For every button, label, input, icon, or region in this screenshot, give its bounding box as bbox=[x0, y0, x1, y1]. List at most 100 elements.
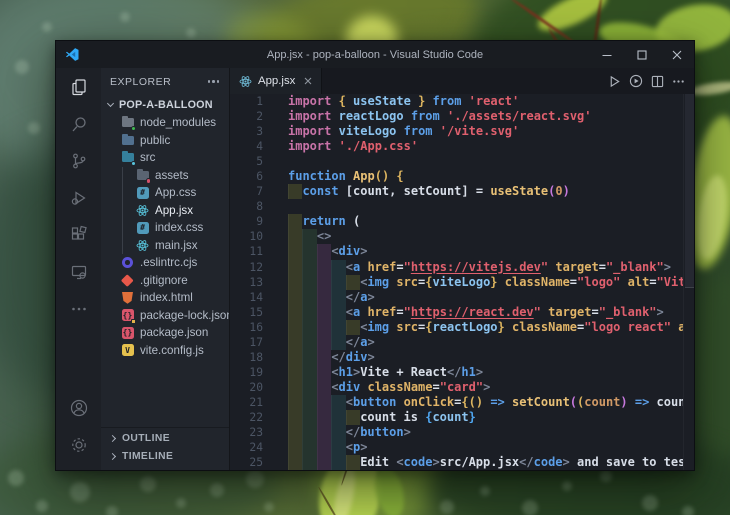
code-line-17[interactable]: 17 </a > bbox=[230, 334, 683, 350]
code-token: button bbox=[352, 394, 397, 409]
tree-item-index-html[interactable]: index.html bbox=[101, 289, 229, 307]
code-token: 0 bbox=[555, 184, 563, 199]
editor-scrollbar[interactable] bbox=[683, 94, 694, 470]
line-content: < img src ={viteLogo} className = "logo" alt… bbox=[288, 274, 683, 290]
code-line-12[interactable]: 12 < a href = " https://vitejs.dev " target = "_… bbox=[230, 259, 683, 275]
line-number[interactable]: 14 bbox=[230, 290, 282, 305]
line-number[interactable]: 4 bbox=[230, 139, 282, 154]
tab-close-icon[interactable] bbox=[304, 77, 312, 85]
minimize-button[interactable] bbox=[589, 41, 624, 68]
tree-item-main-jsx[interactable]: main.jsx bbox=[101, 236, 229, 254]
account-icon[interactable] bbox=[67, 396, 91, 420]
timeline-section[interactable]: TIMELINE bbox=[101, 448, 229, 466]
line-number[interactable]: 2 bbox=[230, 109, 282, 124]
code-line-15[interactable]: 15 < a href = " https://react.dev " target = "_b… bbox=[230, 304, 683, 320]
search-icon[interactable] bbox=[67, 112, 91, 136]
code-line-25[interactable]: 25 Edit < code > src/App.jsx </code > and save… bbox=[230, 455, 683, 470]
tree-item-app-jsx[interactable]: App.jsx bbox=[101, 201, 229, 219]
code-line-22[interactable]: 22 count is {count} bbox=[230, 409, 683, 426]
line-number[interactable]: 23 bbox=[230, 425, 282, 440]
code-line-1[interactable]: 1 import { useState } from 'react' bbox=[230, 94, 683, 109]
line-number[interactable]: 24 bbox=[230, 440, 282, 455]
react-icon bbox=[136, 204, 149, 217]
run-icon[interactable] bbox=[608, 75, 621, 88]
explorer-header: EXPLORER bbox=[101, 68, 229, 95]
maximize-button[interactable] bbox=[624, 41, 659, 68]
line-number[interactable]: 11 bbox=[230, 244, 282, 259]
code-line-14[interactable]: 14 </a > bbox=[230, 289, 683, 305]
line-number[interactable]: 22 bbox=[230, 410, 282, 425]
code-line-18[interactable]: 18 </div > bbox=[230, 349, 683, 365]
project-root-row[interactable]: POP-A-BALLOON bbox=[101, 95, 229, 114]
line-number[interactable]: 12 bbox=[230, 260, 282, 275]
tree-item-public[interactable]: public bbox=[101, 132, 229, 150]
line-number[interactable]: 25 bbox=[230, 455, 282, 470]
line-number[interactable]: 19 bbox=[230, 365, 282, 380]
tree-item--eslintrc-cjs[interactable]: .eslintrc.cjs bbox=[101, 254, 229, 272]
line-number[interactable]: 8 bbox=[230, 199, 282, 214]
tree-item-index-css[interactable]: # index.css bbox=[101, 219, 229, 237]
code-line-8[interactable]: 8 bbox=[230, 199, 683, 214]
code-line-20[interactable]: 20 < div className = "card" > bbox=[230, 379, 683, 395]
code-line-16[interactable]: 16 < img src ={reactLogo} className = "logo r… bbox=[230, 319, 683, 335]
code-line-13[interactable]: 13 < img src ={viteLogo} className = "logo" a… bbox=[230, 274, 683, 290]
split-editor-icon[interactable] bbox=[651, 75, 664, 88]
run-and-debug-icon[interactable] bbox=[67, 186, 91, 210]
code-line-2[interactable]: 2 import reactLogo from './assets/react.s… bbox=[230, 109, 683, 124]
line-number[interactable]: 21 bbox=[230, 395, 282, 410]
line-number[interactable]: 5 bbox=[230, 154, 282, 169]
code-line-9[interactable]: 9 return ( bbox=[230, 214, 683, 230]
line-number[interactable]: 9 bbox=[230, 214, 282, 229]
tab-app-jsx[interactable]: App.jsx bbox=[230, 68, 323, 94]
indent-guide bbox=[345, 455, 361, 470]
remote-explorer-icon[interactable] bbox=[67, 260, 91, 284]
run-or-debug-icon[interactable] bbox=[629, 74, 643, 88]
code-line-21[interactable]: 21 < button onClick ={() => setCount((count… bbox=[230, 394, 683, 410]
line-number[interactable]: 16 bbox=[230, 320, 282, 335]
code-line-24[interactable]: 24 < p > bbox=[230, 440, 683, 456]
line-number[interactable]: 13 bbox=[230, 275, 282, 290]
line-number[interactable]: 7 bbox=[230, 184, 282, 199]
more-icon[interactable] bbox=[67, 297, 91, 321]
code-line-4[interactable]: 4 import './App.css' bbox=[230, 139, 683, 154]
line-number[interactable]: 20 bbox=[230, 380, 282, 395]
line-number[interactable]: 18 bbox=[230, 350, 282, 365]
line-number[interactable]: 1 bbox=[230, 94, 282, 109]
scrollbar-slider[interactable] bbox=[685, 94, 694, 288]
code-line-23[interactable]: 23 </button > bbox=[230, 425, 683, 441]
code-line-7[interactable]: 7 const [count, setCount] = useState(0) bbox=[230, 184, 683, 200]
line-number[interactable]: 15 bbox=[230, 305, 282, 320]
settings-gear-icon[interactable] bbox=[67, 433, 91, 457]
code-line-19[interactable]: 19 < h1 > Vite + React </h1 > bbox=[230, 364, 683, 380]
extensions-icon[interactable] bbox=[67, 223, 91, 247]
code-line-3[interactable]: 3 import viteLogo from '/vite.svg' bbox=[230, 124, 683, 139]
explorer-more-icon[interactable] bbox=[207, 80, 219, 83]
title-bar[interactable]: App.jsx - pop-a-balloon - Visual Studio … bbox=[56, 41, 694, 68]
line-number[interactable]: 3 bbox=[230, 124, 282, 139]
tree-item--gitignore[interactable]: .gitignore bbox=[101, 272, 229, 290]
code-line-10[interactable]: 10 <> bbox=[230, 229, 683, 245]
line-number[interactable]: 17 bbox=[230, 335, 282, 350]
tree-item-src[interactable]: src bbox=[101, 149, 229, 167]
code-line-5[interactable]: 5 bbox=[230, 154, 683, 169]
close-button[interactable] bbox=[659, 41, 694, 68]
indent-guide bbox=[316, 379, 332, 395]
more-actions-icon[interactable] bbox=[672, 75, 685, 88]
explorer-icon[interactable] bbox=[67, 75, 91, 99]
tree-item-node-modules[interactable]: node_modules bbox=[101, 114, 229, 132]
code-line-6[interactable]: 6 function App() { bbox=[230, 169, 683, 184]
line-number[interactable]: 6 bbox=[230, 169, 282, 184]
line-number[interactable]: 10 bbox=[230, 229, 282, 244]
outline-section[interactable]: OUTLINE bbox=[101, 430, 229, 448]
code-token: src bbox=[396, 274, 419, 289]
tree-item-vite-config-js[interactable]: Vvite.config.js bbox=[101, 342, 229, 360]
source-control-icon[interactable] bbox=[67, 149, 91, 173]
code-editor[interactable]: 1 import { useState } from 'react' 2 import… bbox=[230, 94, 694, 470]
tree-item-package-json[interactable]: {} package.json bbox=[101, 324, 229, 342]
tree-item-package-lock-json[interactable]: {} package-lock.json bbox=[101, 307, 229, 325]
tree-item-app-css[interactable]: # App.css bbox=[101, 184, 229, 202]
tree-item-assets[interactable]: assets bbox=[101, 166, 229, 184]
code-line-11[interactable]: 11 < div > bbox=[230, 244, 683, 260]
